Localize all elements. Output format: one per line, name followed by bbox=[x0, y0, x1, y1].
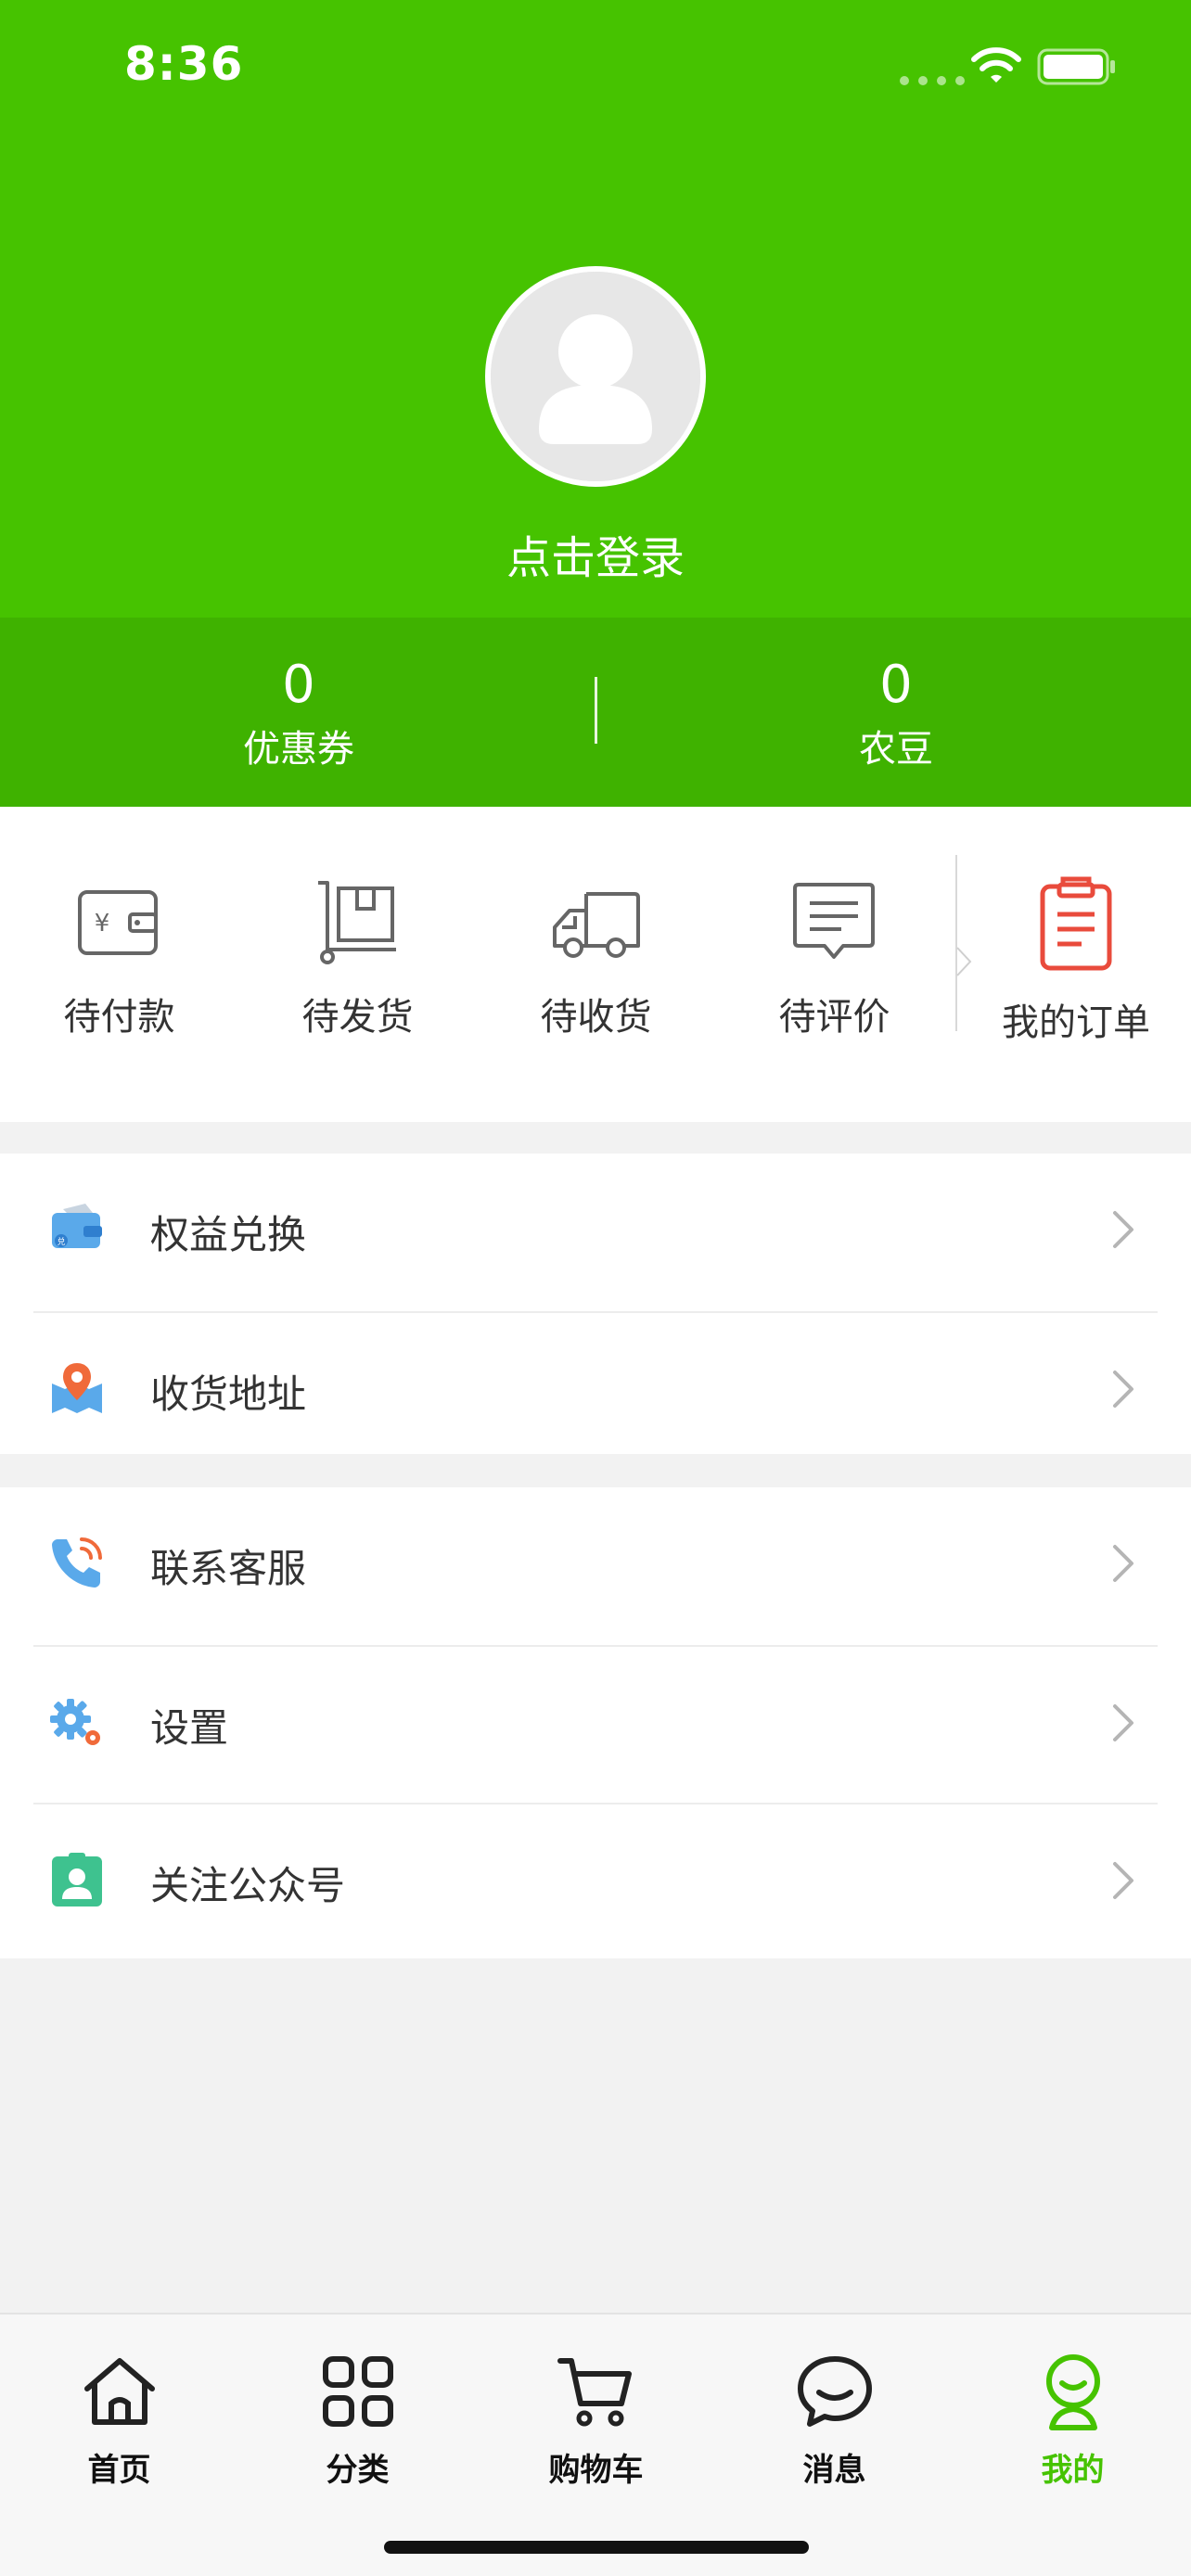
coupons-label: 优惠券 bbox=[243, 728, 354, 771]
gear-icon bbox=[48, 1693, 106, 1751]
menu-group-support: 联系客服 设置 关注公众号 bbox=[0, 1487, 1191, 1958]
menu-item-rewards-exchange[interactable]: 兑 权益兑换 bbox=[0, 1154, 1191, 1311]
beans-label: 农豆 bbox=[859, 728, 933, 771]
delivery-truck-icon bbox=[549, 875, 642, 968]
my-orders-button[interactable]: 我的订单 bbox=[961, 807, 1191, 1122]
avatar[interactable] bbox=[485, 266, 706, 487]
chevron-right-icon bbox=[1113, 1862, 1133, 1899]
order-pending-review-label: 待评价 bbox=[778, 996, 890, 1039]
coupons-count: 0 bbox=[282, 655, 315, 715]
beans-stat[interactable]: 0 农豆 bbox=[711, 653, 1082, 775]
menu-item-shipping-address[interactable]: 收货地址 bbox=[33, 1311, 1158, 1469]
chat-bubble-icon bbox=[795, 2352, 875, 2431]
orders-panel: ¥ 待付款 待发货 待收货 待评价 我的订单 bbox=[0, 807, 1191, 1122]
status-time: 8:36 bbox=[124, 37, 244, 91]
menu-item-follow-official-account[interactable]: 关注公众号 bbox=[33, 1803, 1158, 1960]
order-pending-receipt-label: 待收货 bbox=[540, 996, 652, 1039]
wallet-yen-icon: ¥ bbox=[72, 875, 165, 968]
tab-messages-label: 消息 bbox=[802, 2452, 866, 2489]
chevron-right-icon bbox=[1113, 1545, 1133, 1582]
tab-bar: 首页 分类 购物车 消息 我的 bbox=[0, 2313, 1191, 2576]
menu-label-customer-service: 联系客服 bbox=[150, 1546, 307, 1591]
menu-group-benefits: 兑 权益兑换 收货地址 bbox=[0, 1154, 1191, 1454]
cart-icon bbox=[557, 2352, 636, 2431]
beans-count: 0 bbox=[879, 655, 913, 715]
menu-item-customer-service[interactable]: 联系客服 bbox=[0, 1487, 1191, 1645]
menu-label-follow-official-account: 关注公众号 bbox=[150, 1863, 346, 1908]
chevron-right-icon bbox=[1113, 1211, 1133, 1248]
default-user-icon bbox=[491, 272, 700, 481]
status-bar: 8:36 bbox=[0, 0, 1191, 139]
chevron-right-icon bbox=[1113, 1371, 1133, 1408]
home-icon bbox=[80, 2352, 160, 2431]
coupons-stat[interactable]: 0 优惠券 bbox=[113, 653, 484, 775]
svg-text:¥: ¥ bbox=[95, 910, 110, 937]
phone-icon bbox=[48, 1534, 106, 1591]
profile-icon bbox=[1033, 2352, 1113, 2431]
profile-header: 8:36 点击登录 bbox=[0, 0, 1191, 618]
menu-label-rewards-exchange: 权益兑换 bbox=[150, 1212, 307, 1257]
order-pending-review[interactable]: 待评价 bbox=[715, 807, 954, 1122]
order-pending-receipt[interactable]: 待收货 bbox=[477, 807, 715, 1122]
battery-icon bbox=[1037, 48, 1115, 85]
orders-divider bbox=[955, 855, 957, 1031]
order-pending-payment-label: 待付款 bbox=[63, 996, 175, 1039]
menu-label-settings: 设置 bbox=[150, 1705, 229, 1751]
rewards-wallet-icon: 兑 bbox=[48, 1200, 106, 1257]
tab-profile-label: 我的 bbox=[1041, 2452, 1105, 2489]
grid-icon bbox=[318, 2352, 398, 2431]
tab-cart-label: 购物车 bbox=[548, 2452, 644, 2489]
stats-divider bbox=[595, 677, 597, 744]
svg-text:兑: 兑 bbox=[57, 1236, 65, 1247]
cellular-signal-icon bbox=[900, 76, 965, 85]
chevron-right-icon bbox=[1113, 1704, 1133, 1741]
comment-icon bbox=[788, 875, 880, 968]
menu-label-shipping-address: 收货地址 bbox=[150, 1371, 307, 1417]
badge-user-icon bbox=[48, 1851, 106, 1908]
package-cart-icon bbox=[311, 875, 403, 968]
order-pending-payment[interactable]: ¥ 待付款 bbox=[0, 807, 238, 1122]
tab-category-label: 分类 bbox=[326, 2452, 390, 2489]
menu-item-settings[interactable]: 设置 bbox=[33, 1645, 1158, 1803]
home-indicator bbox=[384, 2541, 809, 2554]
clipboard-icon bbox=[1030, 874, 1122, 976]
map-pin-icon bbox=[48, 1359, 106, 1417]
order-pending-shipment-label: 待发货 bbox=[301, 996, 414, 1039]
wifi-icon bbox=[971, 47, 1021, 83]
my-orders-label: 我的订单 bbox=[1002, 1001, 1150, 1044]
login-link[interactable]: 点击登录 bbox=[0, 521, 1191, 586]
tab-home-label: 首页 bbox=[87, 2452, 151, 2489]
order-pending-shipment[interactable]: 待发货 bbox=[238, 807, 477, 1122]
